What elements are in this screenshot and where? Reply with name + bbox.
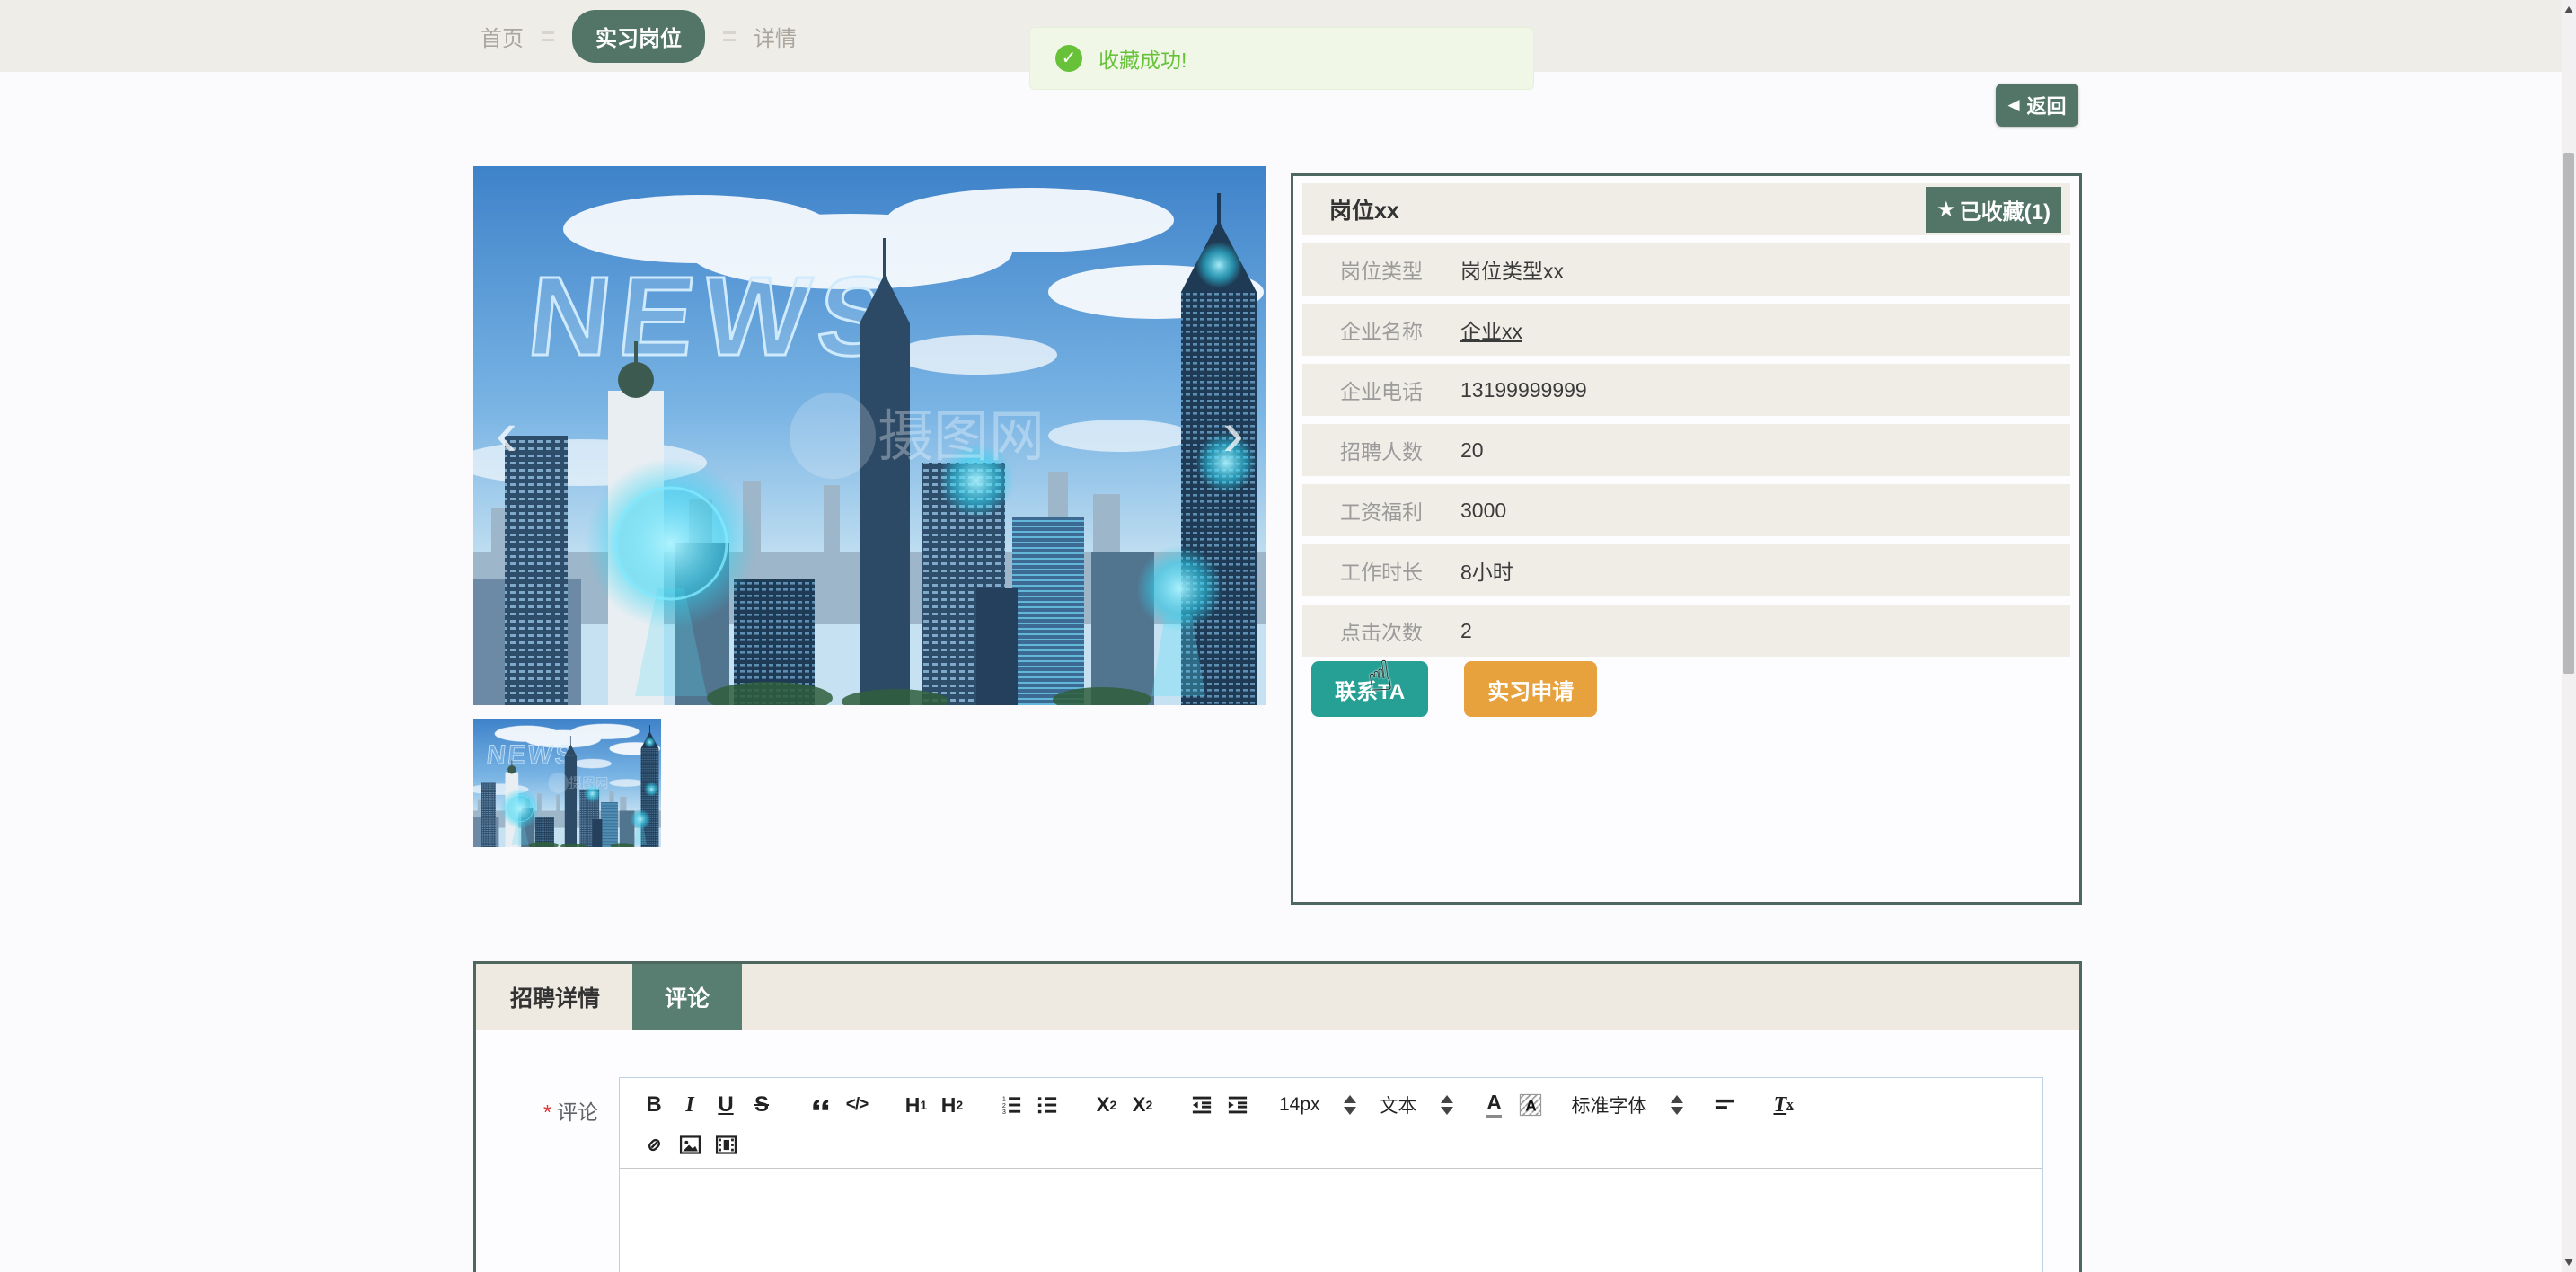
svg-text:A: A (1525, 1097, 1537, 1115)
row-value: 2 (1460, 618, 1472, 642)
svg-text:3: 3 (1002, 1108, 1006, 1116)
nav-item-internship-active[interactable]: 实习岗位 (572, 9, 705, 63)
nav-separator-icon (542, 31, 554, 41)
job-title: 岗位xx (1329, 199, 1399, 224)
ordered-list-button[interactable]: 123 (993, 1087, 1029, 1123)
subscript-button[interactable]: X2 (1089, 1087, 1125, 1123)
table-row: 工资福利 3000 (1302, 484, 2070, 536)
nav-item-home[interactable]: 首页 (481, 21, 524, 52)
tab-bar: 招聘详情 评论 (476, 964, 2079, 1030)
back-button-label: 返回 (2026, 95, 2067, 118)
star-icon: ★ (1936, 197, 1956, 222)
left-triangle-icon: ◀ (2007, 96, 2020, 113)
row-value: 13199999999 (1460, 377, 1587, 402)
link-button[interactable] (636, 1126, 672, 1162)
row-label: 招聘人数 (1340, 440, 1423, 464)
apply-button[interactable]: 实习申请 (1464, 661, 1598, 717)
row-value: 8小时 (1460, 561, 1513, 584)
table-row: 岗位类型 岗位类型xx (1302, 243, 2070, 296)
required-asterisk: * (543, 1100, 551, 1124)
favorited-badge-label: 已收藏(1) (1959, 199, 2051, 225)
back-button[interactable]: ◀ 返回 (1996, 84, 2078, 127)
table-row: 企业名称 企业xx (1302, 304, 2070, 356)
row-label: 工资福利 (1340, 500, 1423, 524)
superscript-button[interactable]: X2 (1125, 1087, 1160, 1123)
row-label: 岗位类型 (1340, 260, 1423, 283)
spinner-arrows-icon (1440, 1095, 1453, 1115)
toast-message: 收藏成功! (1098, 49, 1187, 72)
chevron-right-icon[interactable]: › (1213, 398, 1254, 473)
row-label: 企业名称 (1340, 320, 1423, 343)
nav-separator-icon (723, 31, 736, 41)
font-family-picker[interactable]: 标准字体 (1572, 1091, 1683, 1118)
bold-button[interactable]: B (636, 1087, 672, 1123)
editor-toolbar: B I U S </> H1 H2 1 2 3 X 2 X 2 14px 文本 … (620, 1078, 2042, 1169)
table-row: 企业电话 13199999999 (1302, 364, 2070, 416)
row-value: 3000 (1460, 498, 1507, 522)
spinner-arrows-icon (1670, 1095, 1683, 1115)
contact-button[interactable]: 联系TA (1311, 661, 1429, 717)
success-toast: ✓ 收藏成功! (1029, 27, 1534, 90)
row-value: 岗位类型xx (1460, 260, 1564, 283)
bullet-list-button[interactable] (1029, 1087, 1065, 1123)
row-label: 企业电话 (1340, 380, 1423, 403)
font-size-picker[interactable]: 14px (1279, 1094, 1356, 1116)
video-button[interactable] (708, 1126, 744, 1162)
scrollbar-down-arrow[interactable] (2564, 1259, 2573, 1266)
carousel-main-image: ‹ › (473, 166, 1266, 705)
image-button[interactable] (672, 1126, 708, 1162)
align-button[interactable] (1707, 1087, 1742, 1123)
text-color-button[interactable]: A (1477, 1087, 1513, 1123)
header-format-value: 文本 (1379, 1096, 1417, 1117)
table-row: 招聘人数 20 (1302, 424, 2070, 476)
panel-actions: 联系TA 实习申请 (1311, 661, 1598, 717)
company-link[interactable]: 企业xx (1460, 314, 1522, 345)
comment-field-label: * 评论 (543, 1100, 598, 1124)
job-detail-panel: 岗位xx ★ 已收藏(1) 岗位类型 岗位类型xx 企业名称 企业xx 企业电话… (1291, 173, 2082, 905)
table-row: 点击次数 2 (1302, 605, 2070, 657)
outdent-button[interactable] (1184, 1087, 1220, 1123)
font-size-value: 14px (1279, 1094, 1320, 1115)
underline-button[interactable]: U (708, 1087, 744, 1123)
scrollbar-thumb[interactable] (2563, 153, 2574, 674)
tab-comments[interactable]: 评论 (632, 964, 743, 1030)
rich-text-editor: B I U S </> H1 H2 1 2 3 X 2 X 2 14px 文本 … (619, 1077, 2043, 1272)
chevron-left-icon[interactable]: ‹ (486, 398, 527, 473)
comment-editor-textarea[interactable] (620, 1169, 2042, 1272)
check-circle-icon: ✓ (1055, 45, 1082, 72)
row-label: 工作时长 (1340, 561, 1423, 584)
job-detail-rows: 岗位类型 岗位类型xx 企业名称 企业xx 企业电话 13199999999 招… (1302, 243, 2070, 657)
header-format-picker[interactable]: 文本 (1380, 1091, 1453, 1118)
row-value: 20 (1460, 437, 1484, 462)
page-scrollbar (2562, 0, 2576, 1272)
row-label: 点击次数 (1340, 621, 1423, 644)
header2-button[interactable]: H2 (934, 1087, 970, 1123)
carousel-thumbnail[interactable] (473, 719, 661, 847)
detail-comment-section: 招聘详情 评论 * 评论 B I U S </> H 1 H 2 1 2 3 X… (473, 961, 2082, 1272)
spinner-arrows-icon (1343, 1095, 1356, 1115)
blockquote-button[interactable] (803, 1087, 839, 1123)
strikethrough-button[interactable]: S (744, 1087, 780, 1123)
code-button[interactable]: </> (839, 1087, 875, 1123)
tab-recruit-detail[interactable]: 招聘详情 (478, 964, 632, 1030)
panel-header: 岗位xx ★ 已收藏(1) (1302, 183, 2070, 235)
nav-item-detail[interactable]: 详情 (754, 21, 797, 52)
clear-format-button[interactable]: Tx (1766, 1087, 1802, 1123)
favorited-badge[interactable]: ★ 已收藏(1) (1926, 186, 2061, 233)
indent-button[interactable] (1220, 1087, 1256, 1123)
table-row: 工作时长 8小时 (1302, 544, 2070, 596)
font-family-value: 标准字体 (1571, 1096, 1647, 1117)
italic-button[interactable]: I (672, 1087, 708, 1123)
scrollbar-up-arrow[interactable] (2564, 6, 2573, 13)
background-color-button[interactable]: A (1513, 1087, 1548, 1123)
page-root: NEWS (0, 0, 2576, 1272)
header1-button[interactable]: H1 (898, 1087, 934, 1123)
